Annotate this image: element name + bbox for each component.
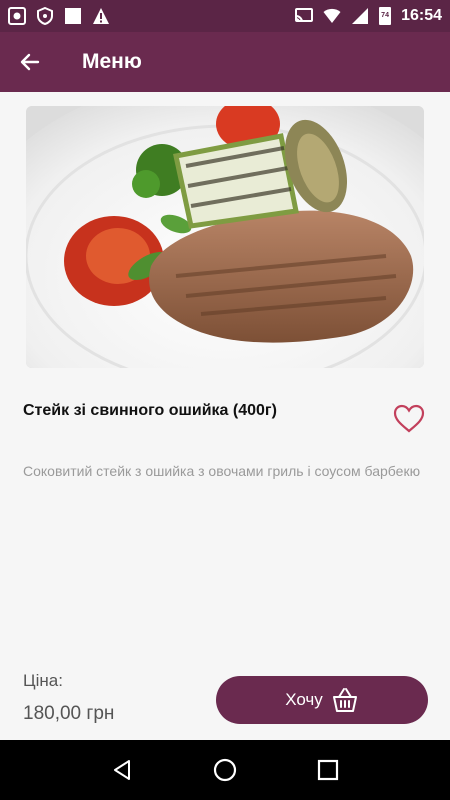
clock: 16:54 (401, 7, 442, 24)
back-button[interactable] (0, 32, 60, 92)
screenshot-icon (8, 7, 26, 25)
price-label: Ціна: (23, 671, 63, 690)
steak-photo (26, 106, 424, 368)
home-circle-icon (213, 758, 237, 782)
want-button[interactable]: Хочу (216, 676, 428, 724)
arrow-left-icon (20, 53, 40, 71)
shield-icon (37, 7, 53, 25)
product-description: Соковитий стейк з ошийка з овочами гриль… (23, 463, 421, 479)
battery-level: 74 (381, 12, 389, 19)
page-title: Меню (82, 50, 142, 73)
system-nav-bar (0, 740, 450, 800)
heart-outline-icon (393, 404, 425, 433)
product-title: Стейк зі свинного ошийка (400г) (23, 402, 277, 419)
wifi-icon (323, 8, 341, 23)
status-bar: 74 16:54 (0, 0, 450, 32)
cast-icon (295, 8, 314, 23)
nav-home-button[interactable] (205, 750, 245, 790)
signal-icon (352, 8, 369, 24)
want-button-label: Хочу (285, 690, 323, 709)
battery-indicator: 74 (379, 7, 392, 25)
recents-square-icon (318, 759, 339, 781)
favorite-button[interactable] (392, 402, 426, 436)
warning-icon (93, 8, 109, 24)
app-bar: Меню (0, 32, 450, 92)
price-value: 180,00 грн (23, 703, 115, 724)
nav-recents-button[interactable] (308, 750, 348, 790)
square-icon (65, 8, 81, 24)
product-image (26, 106, 424, 368)
nav-back-button[interactable] (102, 750, 142, 790)
basket-icon (332, 688, 357, 712)
back-triangle-icon (113, 760, 130, 780)
